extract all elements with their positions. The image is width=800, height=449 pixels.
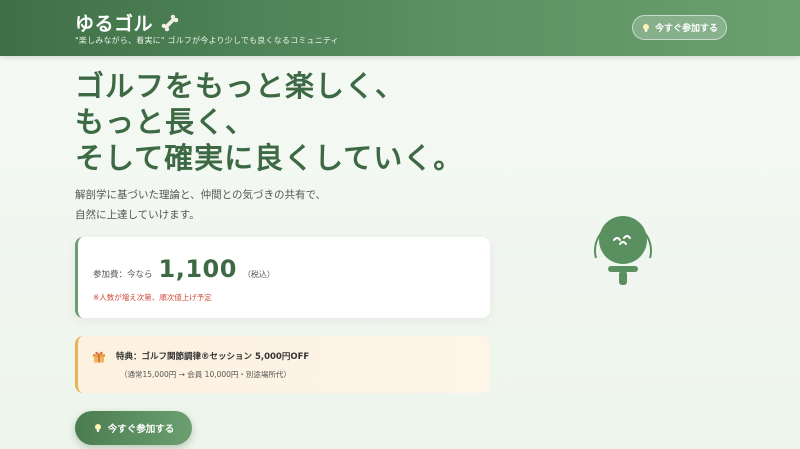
gift-icon bbox=[93, 351, 105, 363]
price-label: 参加費：今なら bbox=[93, 270, 153, 280]
headline-line-2: もっと長く、 bbox=[75, 105, 256, 139]
benefit-title: 特典：ゴルフ関節調律®セッション 5,000円OFF bbox=[116, 352, 310, 362]
bone-icon bbox=[161, 14, 179, 31]
site-tagline: "楽しみながら、着実に" ゴルフが今より少しでも良くなるコミュニティ bbox=[75, 36, 339, 45]
golf-ball-on-tee-icon bbox=[594, 216, 652, 285]
lead-line-1: 解剖学に基づいた理論と、仲間との気づきの共有で、 bbox=[75, 189, 327, 201]
hero-headline: ゴルフをもっと楽しく、 もっと長く、 そして確実に良くしていく。 bbox=[75, 68, 463, 176]
lightbulb-icon bbox=[94, 424, 101, 432]
brand-name: ゆるゴル bbox=[75, 13, 154, 35]
header-join-button[interactable]: 今すぐ参加する bbox=[632, 15, 727, 40]
benefit-card: 特典：ゴルフ関節調律®セッション 5,000円OFF （通常15,000円 → … bbox=[75, 336, 490, 393]
price-increase-note: ※人数が増え次第、順次値上げ予定 bbox=[93, 293, 212, 302]
brand-logo[interactable]: ゆるゴル bbox=[75, 9, 181, 36]
join-now-label: 今すぐ参加する bbox=[107, 424, 175, 435]
lightbulb-icon bbox=[642, 23, 649, 32]
price-row: 参加費：今なら 1,100 （税込） bbox=[93, 255, 275, 283]
price-value: 1,100 bbox=[158, 255, 237, 283]
header-join-label: 今すぐ参加する bbox=[654, 24, 718, 34]
headline-line-1: ゴルフをもっと楽しく、 bbox=[75, 69, 406, 103]
lead-line-2: 自然に上達していけます。 bbox=[75, 209, 200, 221]
price-card: 参加費：今なら 1,100 （税込） ※人数が増え次第、順次値上げ予定 bbox=[75, 237, 490, 318]
site-header: ゆるゴル "楽しみながら、着実に" ゴルフが今より少しでも良くなるコミュニティ … bbox=[0, 0, 800, 56]
join-now-button[interactable]: 今すぐ参加する bbox=[75, 411, 192, 445]
benefit-detail: （通常15,000円 → 会員 10,000円・別途場所代） bbox=[120, 370, 291, 379]
headline-line-3: そして確実に良くしていく。 bbox=[75, 141, 464, 175]
hero-lead: 解剖学に基づいた理論と、仲間との気づきの共有で、 自然に上達していけます。 bbox=[75, 185, 326, 225]
price-tax-note: （税込） bbox=[242, 270, 275, 279]
